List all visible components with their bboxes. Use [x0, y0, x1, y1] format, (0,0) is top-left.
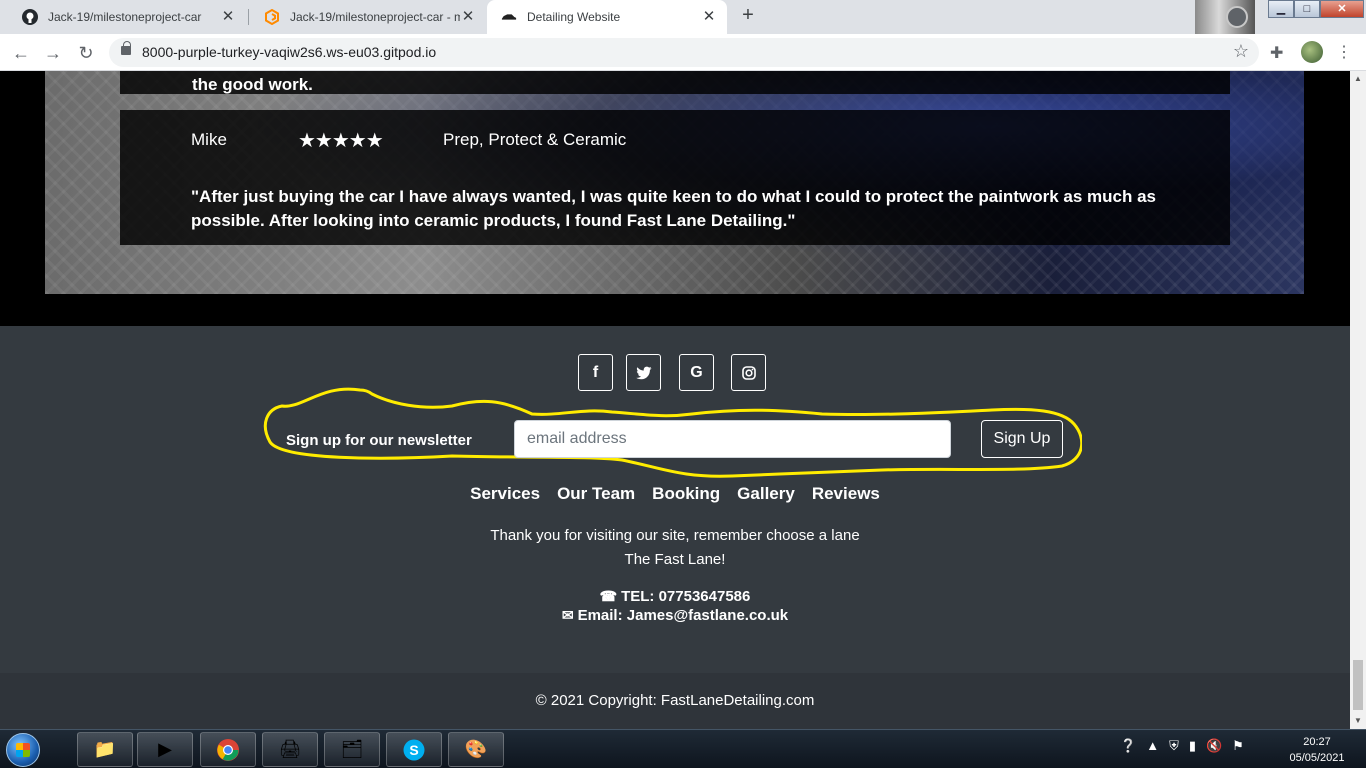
scroll-up-arrow-icon[interactable]: ▲ — [1354, 74, 1362, 83]
footer-link-services[interactable]: Services — [470, 484, 540, 504]
facebook-icon[interactable]: f — [578, 354, 613, 391]
minimize-button[interactable]: ▁ — [1268, 0, 1294, 18]
action-center-icon[interactable]: ⚑ — [1232, 738, 1244, 754]
network-signal-icon[interactable]: ▮ — [1189, 738, 1196, 754]
contact-info: ☎ TEL: 07753647586 ✉ Email: James@fastlane… — [0, 587, 1350, 625]
scroll-down-arrow-icon[interactable]: ▼ — [1354, 716, 1362, 725]
start-button[interactable] — [6, 733, 40, 767]
footer-link-booking[interactable]: Booking — [652, 484, 720, 504]
thanks-line: Thank you for visiting our site, remembe… — [490, 527, 860, 544]
scrollbar-thumb[interactable] — [1353, 660, 1363, 710]
extensions-puzzle-icon[interactable]: ✚ — [1270, 43, 1283, 63]
forward-arrow-icon[interactable]: → — [42, 42, 64, 64]
back-arrow-icon[interactable]: ← — [10, 42, 32, 64]
show-hidden-icons-icon[interactable]: ▲ — [1146, 738, 1159, 754]
review-card: Mike ★★★★★ Prep, Protect & Ceramic "Afte… — [120, 110, 1230, 245]
web-page: the good work. Mike ★★★★★ Prep, Protect … — [0, 71, 1350, 729]
sign-up-button[interactable]: Sign Up — [981, 420, 1063, 458]
github-icon — [22, 9, 38, 25]
car-icon — [501, 9, 517, 25]
instagram-icon[interactable] — [731, 354, 766, 391]
tab-title: Jack-19/milestoneproject-car — [48, 10, 202, 24]
security-icon[interactable]: ⛨ — [1169, 738, 1179, 754]
media-player-icon[interactable]: ▶ — [137, 732, 193, 767]
clock-time: 20:27 — [1303, 736, 1331, 748]
url-text[interactable]: 8000-purple-turkey-vaqiw2s6.ws-eu03.gitp… — [142, 44, 436, 60]
footer-nav: Services Our Team Booking Gallery Review… — [0, 484, 1350, 504]
star-rating-icon: ★★★★★ — [298, 130, 384, 152]
footer-link-gallery[interactable]: Gallery — [737, 484, 795, 504]
bookmark-star-icon[interactable]: ☆ — [1233, 41, 1249, 62]
gitpod-icon — [264, 9, 280, 25]
new-tab-button[interactable]: + — [737, 5, 759, 27]
newsletter-email-input[interactable] — [514, 420, 951, 458]
svg-text:S: S — [409, 742, 418, 758]
tab-gitpod[interactable]: Jack-19/milestoneproject-car - m ✕ — [250, 0, 486, 34]
tagline: The Fast Lane! — [624, 551, 726, 568]
phone-number: TEL: 07753647586 — [621, 588, 751, 605]
lock-icon — [121, 41, 131, 55]
close-tab-icon[interactable]: ✕ — [220, 9, 236, 25]
scanner-icon[interactable]: 🗂 — [324, 732, 380, 767]
close-window-button[interactable]: ✕ — [1320, 0, 1364, 18]
review-service: Prep, Protect & Ceramic — [443, 130, 627, 149]
thank-you-message: Thank you for visiting our site, remembe… — [0, 524, 1350, 572]
reviewer-name: Mike — [191, 130, 227, 149]
copyright-bar: © 2021 Copyright: FastLaneDetailing.com — [0, 673, 1350, 729]
close-tab-icon[interactable]: ✕ — [460, 9, 476, 25]
page-scrollbar[interactable]: ▲ ▼ — [1350, 71, 1366, 729]
google-icon[interactable]: G — [679, 354, 714, 391]
tab-title: Detailing Website — [527, 10, 621, 24]
review-text: "After just buying the car I have always… — [191, 187, 1156, 230]
paint-icon[interactable]: 🎨 — [448, 732, 504, 767]
address-bar[interactable]: 8000-purple-turkey-vaqiw2s6.ws-eu03.gitp… — [109, 38, 1259, 67]
phone-row: ☎ TEL: 07753647586 — [0, 587, 1350, 606]
phone-icon: ☎ — [599, 588, 618, 604]
volume-muted-icon[interactable]: 🔇 — [1206, 738, 1222, 754]
profile-avatar[interactable] — [1301, 41, 1323, 63]
browser-menu-icon[interactable]: ⋮ — [1336, 42, 1352, 62]
maximize-button[interactable]: □ — [1294, 0, 1320, 18]
tab-strip: Jack-19/milestoneproject-car ✕ Jack-19/m… — [0, 0, 1366, 34]
clock-date: 05/05/2021 — [1289, 752, 1345, 764]
reload-icon[interactable]: ↻ — [75, 42, 97, 64]
windows-taskbar: 📁 ▶ 🖨 🗂 S 🎨 ❔ ▲ ⛨ ▮ 🔇 ⚑ 20:27 05/05/2021 — [0, 729, 1366, 768]
site-footer: f G Sign up for our newsletter Sign Up S… — [0, 326, 1350, 673]
folder-icon[interactable]: 📁 — [77, 732, 133, 767]
skype-icon[interactable]: S — [386, 732, 442, 767]
tab-divider — [248, 9, 249, 25]
twitter-icon[interactable] — [626, 354, 661, 391]
envelope-icon: ✉ — [561, 607, 574, 623]
footer-link-reviews[interactable]: Reviews — [812, 484, 880, 504]
chrome-icon[interactable] — [200, 732, 256, 767]
window-controls: ▁ □ ✕ — [1268, 0, 1364, 18]
tab-detailing-website[interactable]: Detailing Website ✕ — [487, 0, 727, 34]
system-tray: ❔ ▲ ⛨ ▮ 🔇 ⚑ — [1120, 738, 1244, 754]
previous-review-card: the good work. — [120, 71, 1230, 94]
tab-search-icon[interactable] — [1226, 6, 1248, 28]
tab-title: Jack-19/milestoneproject-car - m — [290, 10, 460, 24]
reviews-background-image: the good work. Mike ★★★★★ Prep, Protect … — [45, 71, 1304, 294]
close-tab-icon[interactable]: ✕ — [701, 9, 717, 25]
previous-review-text: the good work. — [192, 75, 313, 94]
tab-github[interactable]: Jack-19/milestoneproject-car ✕ — [8, 0, 246, 34]
taskbar-clock[interactable]: 20:27 05/05/2021 — [1282, 734, 1352, 766]
email-row: ✉ Email: James@fastlane.co.uk — [0, 606, 1350, 625]
footer-link-our-team[interactable]: Our Team — [557, 484, 635, 504]
hp-icon[interactable]: 🖨 — [262, 732, 318, 767]
email-address: Email: James@fastlane.co.uk — [577, 607, 789, 624]
help-icon[interactable]: ❔ — [1120, 738, 1136, 754]
newsletter-label: Sign up for our newsletter — [286, 432, 472, 449]
browser-toolbar: ← → ↻ 8000-purple-turkey-vaqiw2s6.ws-eu0… — [0, 34, 1366, 71]
